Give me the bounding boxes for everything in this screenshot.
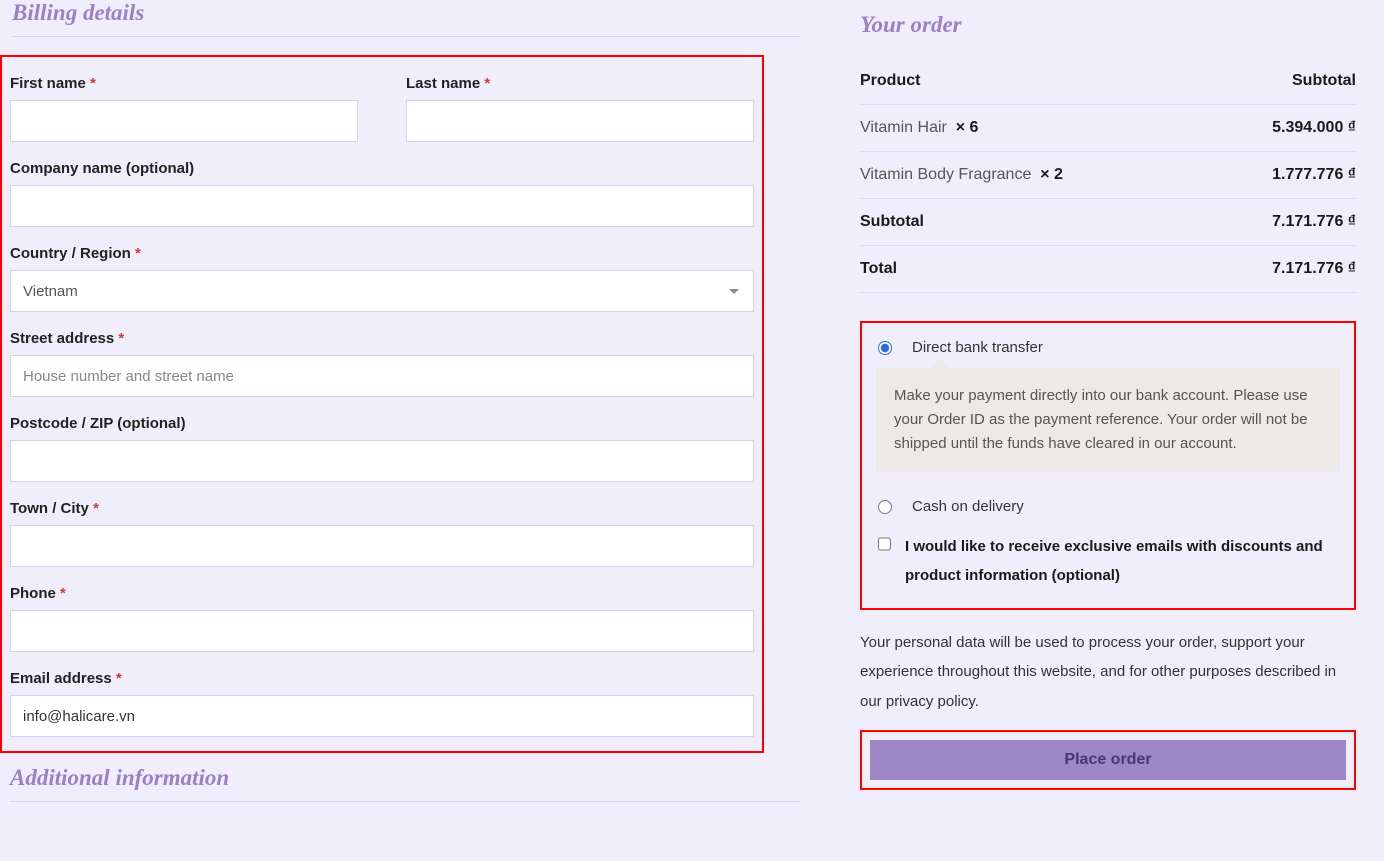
payment-bank-description: Make your payment directly into our bank… xyxy=(876,368,1340,472)
country-selected-value: Vietnam xyxy=(23,283,78,300)
order-item-name: Vitamin Body Fragrance × 2 xyxy=(860,166,1063,184)
phone-input[interactable] xyxy=(10,610,754,652)
last-name-input[interactable] xyxy=(406,100,754,142)
postcode-input[interactable] xyxy=(10,440,754,482)
order-table: Product Subtotal Vitamin Hair × 6 5.394.… xyxy=(860,68,1356,293)
order-item-subtotal: 5.394.000 ₫ xyxy=(1272,119,1356,137)
place-order-button[interactable]: Place order xyxy=(870,740,1346,780)
payment-bank-label: Direct bank transfer xyxy=(912,339,1043,356)
required-mark: * xyxy=(135,245,141,262)
phone-label-text: Phone xyxy=(10,585,56,602)
order-table-header: Product Subtotal xyxy=(860,68,1356,105)
required-mark: * xyxy=(116,670,122,687)
email-label-text: Email address xyxy=(10,670,112,687)
city-label: Town / City * xyxy=(10,500,754,517)
subtotal-label: Subtotal xyxy=(860,213,924,231)
country-label: Country / Region * xyxy=(10,245,754,262)
required-mark: * xyxy=(484,75,490,92)
divider xyxy=(10,801,800,802)
newsletter-label: I would like to receive exclusive emails… xyxy=(905,533,1338,590)
last-name-label: Last name * xyxy=(406,75,754,92)
additional-information-title: Additional information xyxy=(10,765,800,791)
chevron-down-icon xyxy=(729,289,739,294)
country-select[interactable]: Vietnam xyxy=(10,270,754,312)
country-label-text: Country / Region xyxy=(10,245,131,262)
newsletter-row[interactable]: I would like to receive exclusive emails… xyxy=(876,529,1340,590)
order-total-row: Total 7.171.776 ₫ xyxy=(860,246,1356,293)
subtotal-value: 7.171.776 ₫ xyxy=(1272,213,1356,231)
street-address-label: Street address * xyxy=(10,330,754,347)
company-name-input[interactable] xyxy=(10,185,754,227)
required-mark: * xyxy=(118,330,124,347)
last-name-label-text: Last name xyxy=(406,75,480,92)
payment-cod-label: Cash on delivery xyxy=(912,498,1024,515)
header-product: Product xyxy=(860,72,920,90)
payment-cod-row[interactable]: Cash on delivery xyxy=(876,492,1340,529)
item-qty-text: × 2 xyxy=(1040,166,1063,183)
your-order-title: Your order xyxy=(860,12,1356,38)
billing-form-highlight: First name * Last name * Company name (o… xyxy=(0,55,764,753)
order-item-row: Vitamin Body Fragrance × 2 1.777.776 ₫ xyxy=(860,152,1356,199)
street-address-label-text: Street address xyxy=(10,330,114,347)
total-label: Total xyxy=(860,260,897,278)
first-name-input[interactable] xyxy=(10,100,358,142)
newsletter-checkbox[interactable] xyxy=(878,537,891,551)
phone-label: Phone * xyxy=(10,585,754,602)
order-item-subtotal: 1.777.776 ₫ xyxy=(1272,166,1356,184)
place-order-highlight: Place order xyxy=(860,730,1356,790)
first-name-label-text: First name xyxy=(10,75,86,92)
email-input[interactable] xyxy=(10,695,754,737)
payment-cod-radio[interactable] xyxy=(878,500,892,514)
order-subtotal-row: Subtotal 7.171.776 ₫ xyxy=(860,199,1356,246)
divider xyxy=(12,36,800,37)
item-qty-text: × 6 xyxy=(956,119,979,136)
first-name-label: First name * xyxy=(10,75,358,92)
billing-details-title: Billing details xyxy=(12,0,800,26)
order-item-name: Vitamin Hair × 6 xyxy=(860,119,978,137)
city-label-text: Town / City xyxy=(10,500,89,517)
required-mark: * xyxy=(93,500,99,517)
postcode-label: Postcode / ZIP (optional) xyxy=(10,415,754,432)
order-item-row: Vitamin Hair × 6 5.394.000 ₫ xyxy=(860,105,1356,152)
total-value: 7.171.776 ₫ xyxy=(1272,260,1356,278)
email-label: Email address * xyxy=(10,670,754,687)
payment-methods-highlight: Direct bank transfer Make your payment d… xyxy=(860,321,1356,610)
street-address-input[interactable] xyxy=(10,355,754,397)
item-name-text: Vitamin Body Fragrance xyxy=(860,166,1031,183)
city-input[interactable] xyxy=(10,525,754,567)
payment-bank-radio[interactable] xyxy=(878,341,892,355)
privacy-policy-text: Your personal data will be used to proce… xyxy=(860,628,1356,716)
company-name-label: Company name (optional) xyxy=(10,160,754,177)
required-mark: * xyxy=(90,75,96,92)
item-name-text: Vitamin Hair xyxy=(860,119,947,136)
header-subtotal: Subtotal xyxy=(1292,72,1356,90)
required-mark: * xyxy=(60,585,66,602)
